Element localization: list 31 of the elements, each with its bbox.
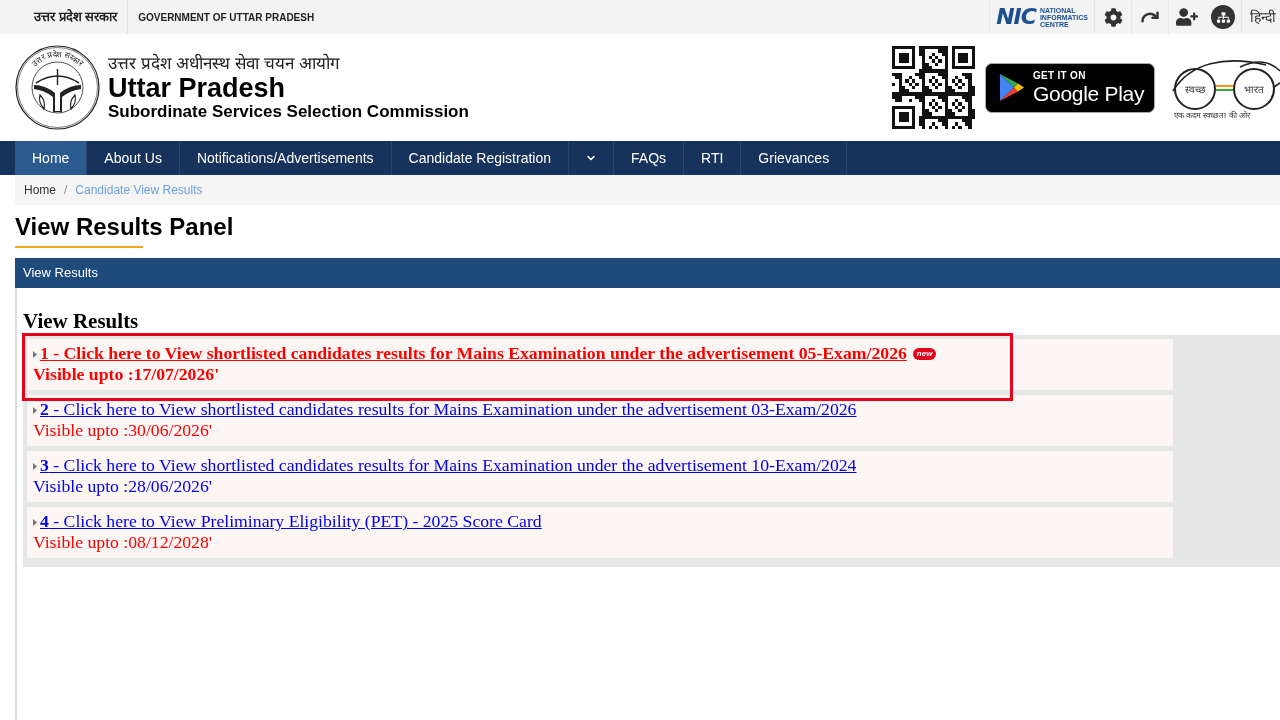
sitemap-icon[interactable] — [1211, 5, 1235, 29]
visibility-date: Visible upto :17/07/2026' — [33, 364, 220, 385]
language-link[interactable]: हिन्दी — [1241, 0, 1280, 34]
new-badge: new — [912, 347, 937, 360]
government-label: GOVERNMENT OF UTTAR PRADESH — [137, 10, 315, 25]
site-title: Uttar Pradesh — [108, 75, 287, 102]
state-name: उत्तर प्रदेश सरकार — [0, 0, 129, 34]
swachh-bharat-logo: स्वच्छ भारत — [1170, 54, 1280, 111]
results-heading: View Results — [23, 308, 139, 335]
swachh-tagline: एक कदम स्वच्छता की ओर — [1174, 110, 1250, 121]
nic-logo-mark: NIC — [996, 7, 1036, 27]
panel-header: View Results — [15, 258, 1280, 288]
bullet-icon — [33, 519, 37, 526]
bullet-icon — [33, 463, 37, 470]
nav-link[interactable]: Home — [15, 141, 88, 175]
result-link[interactable]: 4 - Click here to View Preliminary Eligibility (PET) - 2025 Score Card — [40, 511, 542, 532]
site-subtitle: Subordinate Services Selection Commission — [108, 102, 469, 122]
page-title: View Results Panel — [15, 213, 234, 241]
visibility-date: Visible upto :08/12/2028' — [33, 532, 212, 553]
breadcrumb-link[interactable]: Home — [24, 181, 56, 199]
bullet-icon — [33, 407, 37, 414]
result-link[interactable]: 1 - Click here to View shortlisted candidates results for Mains Examination under the advertisement 05-Exam/2026 — [40, 343, 907, 364]
hindi-title: उत्तर प्रदेश अधीनस्थ सेवा चयन आयोग — [108, 53, 341, 75]
breadcrumb-separator: / — [63, 182, 69, 199]
visibility-date: Visible upto :30/06/2026' — [33, 420, 212, 441]
visibility-date: Visible upto :28/06/2026' — [33, 476, 212, 497]
result-link[interactable]: 2 - Click here to View shortlisted candidates results for Mains Examination under the advertisement 03-Exam/2026 — [40, 399, 857, 420]
result-link[interactable]: 3 - Click here to View shortlisted candidates results for Mains Examination under the advertisement 10-Exam/2024 — [40, 455, 857, 476]
play-triangle-icon — [999, 73, 1025, 102]
google-play-badge[interactable]: GET IT ON Google Play — [985, 62, 1155, 113]
bullet-icon — [33, 351, 37, 358]
